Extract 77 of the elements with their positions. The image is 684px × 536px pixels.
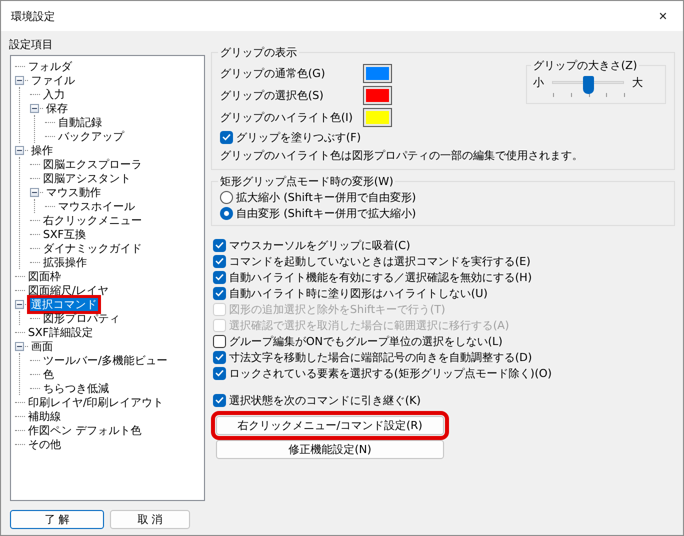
group-title: 矩形グリップ点モード時の変形(W) <box>219 174 394 189</box>
note-text: グリップのハイライト色は図形プロパティの一部の編集で使用されます。 <box>220 148 584 163</box>
group-title: グリップの大きさ(Z) <box>532 58 638 73</box>
tree-item[interactable]: ファイル <box>30 74 76 86</box>
close-button[interactable]: ✕ <box>643 1 683 31</box>
tree-item[interactable]: 右クリックメニュー <box>42 214 143 226</box>
checkbox-label: 自動ハイライト機能を有効にする／選択確認を無効にする(H) <box>229 270 532 284</box>
radio-button[interactable] <box>220 190 233 204</box>
checkbox-label: マウスカーソルをグリップに吸着(C) <box>229 238 410 252</box>
checkbox[interactable] <box>213 238 226 252</box>
checkbox-label: 寸法文字を移動した場合に端部記号の向きを自動調整する(D) <box>229 350 532 364</box>
tree-item[interactable]: 自動記録 <box>57 116 103 128</box>
collapse-icon[interactable] <box>15 342 24 350</box>
slider-label: 大 <box>632 75 643 90</box>
dialog-button[interactable]: 取 消 <box>110 510 190 529</box>
checkbox-label: 選択確認で選択を取消した場合に範囲選択に移行する(A) <box>229 318 510 332</box>
checkbox-label: グリップを塗りつぶす(F) <box>236 130 361 144</box>
collapse-icon[interactable] <box>15 300 24 308</box>
tree-item[interactable]: 色 <box>42 368 55 380</box>
checkbox-label: 選択状態を次のコマンドに引き継ぐ(K) <box>229 392 421 408</box>
tree-item[interactable]: 図脳エクスプローラ <box>42 158 143 170</box>
collapse-icon[interactable] <box>15 76 24 84</box>
dialog-button[interactable]: 了 解 <box>10 510 104 529</box>
tree-item[interactable]: 補助線 <box>27 410 62 422</box>
radio-button[interactable] <box>220 206 233 220</box>
tree-item[interactable]: 図形プロパティ <box>42 312 121 324</box>
checkbox[interactable] <box>220 130 233 144</box>
checkbox[interactable] <box>213 254 226 268</box>
slider-thumb[interactable] <box>583 76 594 94</box>
tree-item[interactable]: バックアップ <box>57 130 125 142</box>
checkbox-label: コマンドを起動していないときは選択コマンドを実行する(E) <box>229 254 531 268</box>
tree-item[interactable]: 操作 <box>30 144 54 156</box>
color-label: グリップの通常色(G) <box>220 66 326 81</box>
checkbox[interactable] <box>213 394 226 406</box>
panel-label: 設定項目 <box>9 37 54 52</box>
collapse-icon[interactable] <box>30 104 39 112</box>
checkbox[interactable] <box>213 350 226 364</box>
tree-item[interactable]: 図面枠 <box>27 270 62 282</box>
group-title: グリップの表示 <box>219 45 298 60</box>
tree-item[interactable]: 図脳アシスタント <box>42 172 132 184</box>
tree-item[interactable]: その他 <box>27 438 62 450</box>
tree-item[interactable]: SXF互換 <box>42 228 87 240</box>
slider-label: 小 <box>533 75 544 90</box>
tree-item[interactable]: 拡張操作 <box>42 256 88 268</box>
checkbox-label: ロックされている要素を選択する(矩形グリップ点モード除く)(O) <box>229 366 552 380</box>
checkbox-label: 自動ハイライト時に塗り図形はハイライトしない(U) <box>229 286 488 300</box>
tree-item[interactable]: 保存 <box>45 102 69 114</box>
checkbox[interactable] <box>213 286 226 300</box>
checkbox[interactable] <box>213 366 226 380</box>
checkbox[interactable] <box>213 334 226 348</box>
color-label: グリップのハイライト色(I) <box>220 110 353 125</box>
color-swatch[interactable] <box>363 86 392 105</box>
tree-item[interactable]: ちらつき低減 <box>42 382 110 394</box>
tree-item[interactable]: 画面 <box>30 340 54 352</box>
tree-item[interactable]: フォルダ <box>27 60 73 72</box>
checkbox-label: グループ編集がONでもグループ単位の選択をしない(L) <box>229 334 503 348</box>
checkbox[interactable] <box>213 270 226 284</box>
color-swatch[interactable] <box>363 108 392 127</box>
collapse-icon[interactable] <box>15 146 24 154</box>
checkbox-label: 図形の追加選択と除外をShiftキーで行う(T) <box>229 302 446 316</box>
tree-item[interactable]: 選択コマンド <box>30 298 98 310</box>
tree-item[interactable]: ダイナミックガイド <box>42 242 143 254</box>
tree-item[interactable]: マウスホイール <box>57 200 136 212</box>
collapse-icon[interactable] <box>30 188 39 196</box>
tree-item[interactable]: 作図ペン デフォルト色 <box>27 424 142 436</box>
settings-button[interactable]: 修正機能設定(N) <box>216 440 444 459</box>
radio-label: 拡大縮小 (Shiftキー併用で自由変形) <box>236 190 416 204</box>
radio-label: 自由変形 (Shiftキー併用で拡大縮小) <box>236 206 416 220</box>
tree-item[interactable]: 印刷レイヤ/印刷レイアウト <box>27 396 165 408</box>
color-label: グリップの選択色(S) <box>220 88 324 103</box>
tree-item[interactable]: SXF詳細設定 <box>27 326 94 338</box>
color-swatch[interactable] <box>363 64 392 83</box>
tree-item[interactable]: 入力 <box>42 88 66 100</box>
tree-item[interactable]: 図面縮尺/レイヤ <box>27 284 110 296</box>
tree-item[interactable]: マウス動作 <box>45 186 102 198</box>
window-title: 環境設定 <box>11 8 55 24</box>
tree-item[interactable]: ツールバー/多機能ビュー <box>42 354 169 366</box>
